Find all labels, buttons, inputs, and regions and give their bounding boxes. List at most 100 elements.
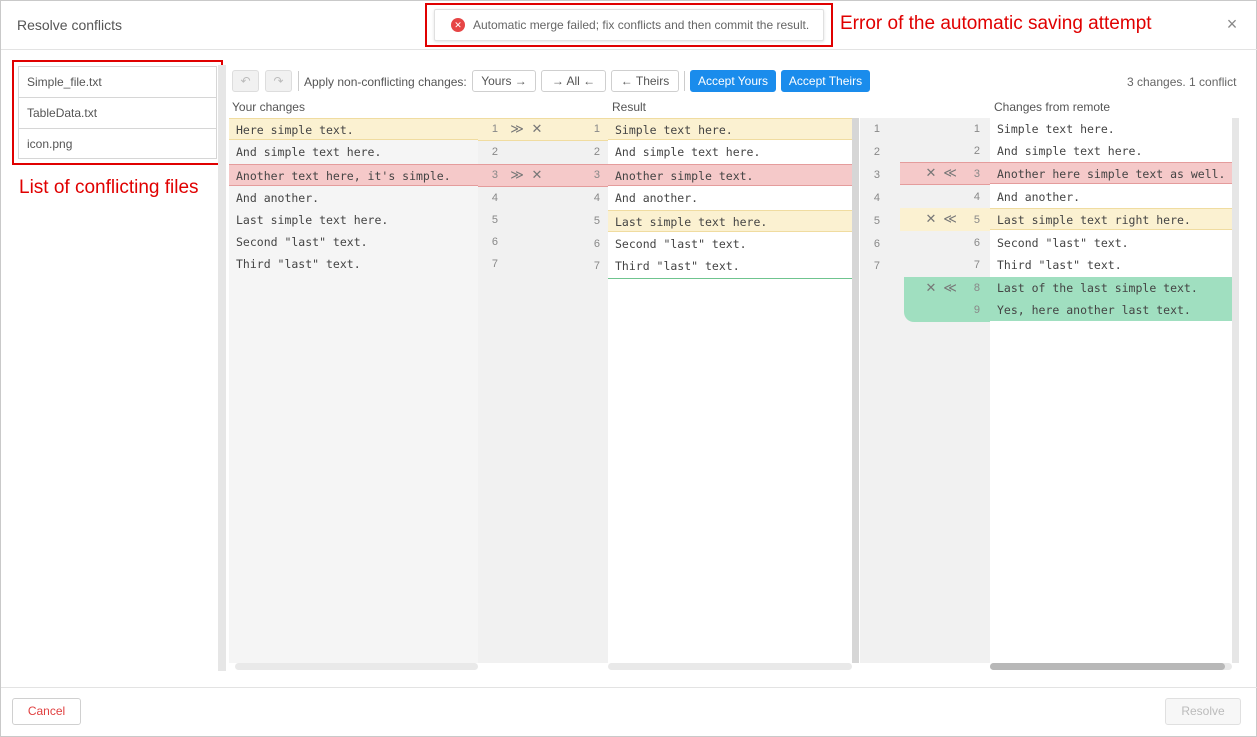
apply-right-icon[interactable]: ≫ <box>510 118 524 140</box>
apply-left-icon[interactable]: ≪ <box>943 162 957 184</box>
code-line: Second "last" text. <box>615 237 747 251</box>
line-number: 6 <box>593 238 600 250</box>
discard-icon[interactable]: ✕ <box>530 164 544 186</box>
remote-changes-editor[interactable]: Simple text here. And simple text here. … <box>990 118 1232 663</box>
resolve-button[interactable]: Resolve <box>1165 698 1241 725</box>
apply-all-button[interactable]: → All ← <box>541 70 606 92</box>
apply-right-icon[interactable]: ≫ <box>510 164 524 186</box>
remote-hscroll-thumb[interactable] <box>990 663 1225 670</box>
code-line: Third "last" text. <box>997 258 1122 272</box>
code-line: And simple text here. <box>997 144 1143 158</box>
result-editor[interactable]: Simple text here. And simple text here. … <box>608 118 853 663</box>
code-line: Another text here, it's simple. <box>229 164 478 186</box>
line-number: 7 <box>491 258 498 270</box>
your-changes-header: Your changes <box>232 100 305 114</box>
your-changes-editor[interactable]: Here simple text. And simple text here. … <box>229 118 478 663</box>
accept-yours-button[interactable]: Accept Yours <box>690 70 776 92</box>
toolbar-divider <box>684 71 685 91</box>
dialog-title: Resolve conflicts <box>17 17 123 33</box>
line-number: 2 <box>491 146 498 158</box>
line-number: 5 <box>873 215 880 227</box>
result-header: Result <box>612 100 647 114</box>
line-number: 5 <box>593 215 600 227</box>
line-number: 4 <box>491 192 498 204</box>
line-number: 6 <box>491 236 498 248</box>
line-number: 7 <box>593 260 600 272</box>
remote-changes-header: Changes from remote <box>994 100 1111 114</box>
line-number: 7 <box>973 259 980 271</box>
line-number: 2 <box>873 146 880 158</box>
discard-icon[interactable]: ✕ <box>924 277 938 299</box>
line-number: 3 <box>973 168 980 180</box>
line-number: 4 <box>593 192 600 204</box>
header-divider <box>1 49 1257 50</box>
code-line: Second "last" text. <box>997 236 1129 250</box>
code-line: Here simple text. <box>229 118 478 140</box>
error-annotation-box <box>425 3 833 47</box>
line-number: 3 <box>593 169 600 181</box>
yours-result-gutter: 1 ≫ ✕ 1 2 2 3 ≫ ✕ 3 4 4 5 5 6 6 7 7 <box>478 118 608 663</box>
code-line: Another simple text. <box>608 164 853 186</box>
apply-left-icon[interactable]: ≪ <box>943 277 957 299</box>
code-line: Second "last" text. <box>236 235 368 249</box>
line-number: 9 <box>973 304 980 316</box>
error-annotation-caption: Error of the automatic saving attempt <box>840 13 1152 34</box>
remote-hscrollbar[interactable] <box>990 663 1232 670</box>
apply-left-icon[interactable]: ≪ <box>943 208 957 230</box>
toolbar-divider <box>298 71 299 91</box>
line-number: 3 <box>873 169 880 181</box>
insert-marker <box>608 278 853 279</box>
remote-vscrollbar[interactable] <box>1232 118 1239 663</box>
files-annotation-box <box>12 60 223 165</box>
apply-yours-button[interactable]: Yours → <box>472 70 536 92</box>
line-number: 5 <box>491 214 498 226</box>
line-number: 4 <box>873 192 880 204</box>
resolve-conflicts-dialog: Resolve conflicts × ✕ Automatic merge fa… <box>0 0 1257 737</box>
line-number: 4 <box>973 191 980 203</box>
line-number: 6 <box>873 238 880 250</box>
code-line: Last of the last simple text. <box>990 277 1232 299</box>
code-line: Another here simple text as well. <box>990 162 1232 184</box>
undo-button[interactable]: ↶ <box>232 70 259 92</box>
discard-icon[interactable]: ✕ <box>530 118 544 140</box>
cancel-button[interactable]: Cancel <box>12 698 81 725</box>
code-line: Third "last" text. <box>236 257 361 271</box>
line-number: 1 <box>593 123 600 135</box>
code-line: And another. <box>615 191 699 205</box>
accept-theirs-button[interactable]: Accept Theirs <box>781 70 870 92</box>
footer-divider <box>1 687 1257 688</box>
code-line: Third "last" text. <box>615 259 740 273</box>
code-line: Simple text here. <box>608 118 853 140</box>
code-line: And simple text here. <box>236 145 382 159</box>
apply-non-conflicting-label: Apply non-conflicting changes: <box>304 75 467 89</box>
code-line: Last simple text here. <box>236 213 389 227</box>
line-number: 3 <box>491 169 498 181</box>
result-vscrollbar[interactable] <box>852 118 859 663</box>
code-line: Yes, here another last text. <box>990 299 1232 321</box>
code-line: And another. <box>236 191 320 205</box>
changes-summary: 3 changes. 1 conflict <box>1127 75 1237 89</box>
line-number: 5 <box>973 214 980 226</box>
discard-icon[interactable]: ✕ <box>924 208 938 230</box>
result-remote-gutter: 1 2 3 4 5 6 7 1 2 ✕ ≪ 3 4 ✕ ≪ 5 6 7 ✕ ≪ … <box>860 118 990 663</box>
apply-theirs-button[interactable]: ← Theirs <box>611 70 679 92</box>
line-number: 1 <box>873 123 880 135</box>
code-line: And simple text here. <box>615 145 761 159</box>
code-line: Last simple text here. <box>608 210 853 232</box>
code-line: Last simple text right here. <box>990 208 1232 230</box>
line-number: 2 <box>973 145 980 157</box>
line-number: 7 <box>873 260 880 272</box>
line-number: 2 <box>593 146 600 158</box>
code-line: Simple text here. <box>997 122 1115 136</box>
redo-button[interactable]: ↷ <box>265 70 292 92</box>
panel-splitter[interactable] <box>218 65 226 671</box>
files-annotation-caption: List of conflicting files <box>19 177 199 198</box>
line-number: 6 <box>973 237 980 249</box>
line-number: 8 <box>973 282 980 294</box>
close-icon[interactable]: × <box>1223 15 1241 33</box>
line-number: 1 <box>491 123 498 135</box>
yours-hscrollbar[interactable] <box>235 663 478 670</box>
discard-icon[interactable]: ✕ <box>924 162 938 184</box>
code-line: And another. <box>997 190 1081 204</box>
result-hscrollbar[interactable] <box>608 663 852 670</box>
